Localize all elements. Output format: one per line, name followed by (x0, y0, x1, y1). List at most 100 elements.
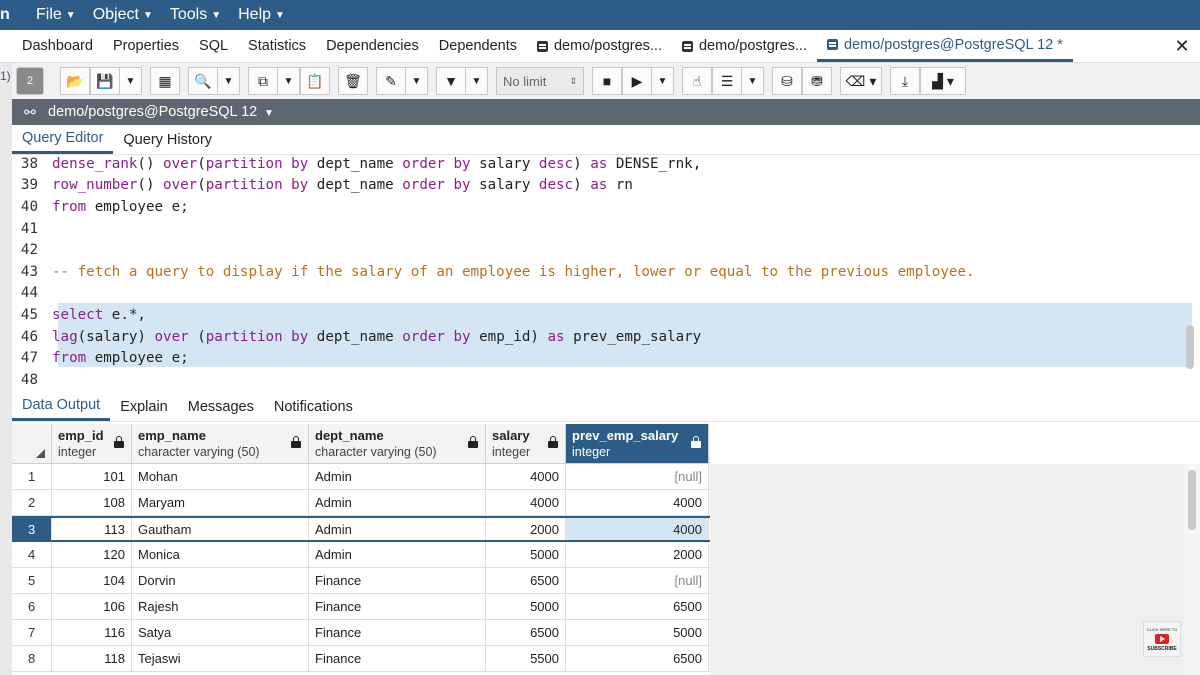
code-line[interactable]: 47 from employee e; (12, 347, 1182, 369)
code-line[interactable]: 44 (12, 283, 1182, 305)
tab-explain[interactable]: Explain (110, 392, 178, 421)
table-cell-dept-name[interactable]: Admin (309, 518, 486, 540)
table-cell-dept-name[interactable]: Finance (309, 594, 486, 619)
tab-statistics[interactable]: Statistics (238, 30, 316, 62)
table-cell-emp-name[interactable]: Maryam (132, 490, 309, 515)
row-number[interactable]: 1 (12, 464, 52, 489)
column-header-emp-id[interactable]: emp_id integer (52, 424, 132, 463)
menu-file[interactable]: File ▼ (36, 6, 85, 24)
close-tab-button[interactable]: ✕ (1164, 30, 1200, 62)
macros-button[interactable]: ▟ ▾ (920, 67, 966, 95)
table-cell-prev[interactable]: [null] (566, 464, 709, 489)
table-cell-salary[interactable]: 4000 (486, 464, 566, 489)
tab-query-editor[interactable]: Query Editor (12, 125, 114, 154)
code-line[interactable]: 40 from employee e; (12, 196, 1182, 218)
rollback-button[interactable]: ⛃ (802, 67, 832, 95)
code-line[interactable]: 41 (12, 218, 1182, 240)
code-line[interactable]: 38 dense_rank() over(partition by dept_na… (12, 155, 1182, 175)
table-cell-dept-name[interactable]: Admin (309, 464, 486, 489)
table-cell-emp-id[interactable]: 116 (52, 620, 132, 645)
table-cell-emp-id[interactable]: 106 (52, 594, 132, 619)
connection-select[interactable]: demo/postgres@PostgreSQL 12 ▼ (48, 104, 274, 120)
tab-dependencies[interactable]: Dependencies (316, 30, 429, 62)
row-number[interactable]: 7 (12, 620, 52, 645)
tab-sql[interactable]: SQL (189, 30, 238, 62)
table-cell-emp-id[interactable]: 108 (52, 490, 132, 515)
panel-badge-button[interactable]: 2 (16, 67, 44, 95)
tab-properties[interactable]: Properties (103, 30, 189, 62)
commit-button[interactable]: ⛁ (772, 67, 802, 95)
table-row[interactable]: 7 116 Satya Finance 6500 5000 (12, 620, 710, 646)
table-cell-emp-name[interactable]: Satya (132, 620, 309, 645)
table-cell-salary[interactable]: 5000 (486, 594, 566, 619)
table-cell-emp-name[interactable]: Tejaswi (132, 646, 309, 671)
row-number[interactable]: 4 (12, 542, 52, 567)
table-cell-dept-name[interactable]: Finance (309, 568, 486, 593)
find-button[interactable]: 🔍 (188, 67, 218, 95)
tab-dashboard[interactable]: Dashboard (0, 30, 103, 62)
table-cell-emp-name[interactable]: Rajesh (132, 594, 309, 619)
sql-editor[interactable]: 38 dense_rank() over(partition by dept_na… (12, 155, 1200, 388)
table-cell-salary[interactable]: 2000 (486, 518, 566, 540)
table-cell-prev[interactable]: 5000 (566, 620, 709, 645)
tab-query-history[interactable]: Query History (113, 125, 222, 154)
table-cell-emp-id[interactable]: 101 (52, 464, 132, 489)
edit-options-dropdown[interactable]: ▼ (406, 67, 428, 95)
table-cell-dept-name[interactable]: Admin (309, 490, 486, 515)
tab-query-tool-1[interactable]: demo/postgres... (527, 30, 672, 62)
execute-button[interactable]: ▶ (622, 67, 652, 95)
code-line[interactable]: 45 select e.*, (12, 304, 1182, 326)
table-cell-salary[interactable]: 6500 (486, 568, 566, 593)
table-cell-dept-name[interactable]: Finance (309, 620, 486, 645)
copy-button[interactable]: ⧉ (248, 67, 278, 95)
code-line[interactable]: 43 -- fetch a query to display if the sal… (12, 261, 1182, 283)
grid-scrollbar[interactable] (1184, 464, 1200, 675)
table-cell-emp-id[interactable]: 104 (52, 568, 132, 593)
explain-analyze-button[interactable]: ☰ (712, 67, 742, 95)
save-file-button[interactable]: 💾 (90, 67, 120, 95)
table-cell-prev[interactable]: 4000 (566, 490, 709, 515)
delete-button[interactable]: 🗑 (338, 67, 368, 95)
editor-scrollbar[interactable] (1186, 325, 1194, 369)
menu-tools[interactable]: Tools ▼ (170, 6, 230, 24)
code-line[interactable]: 42 (12, 239, 1182, 261)
table-cell-salary[interactable]: 5500 (486, 646, 566, 671)
tab-notifications[interactable]: Notifications (264, 392, 363, 421)
table-cell-salary[interactable]: 4000 (486, 490, 566, 515)
tab-dependents[interactable]: Dependents (429, 30, 527, 62)
table-row[interactable]: 4 120 Monica Admin 5000 2000 (12, 542, 710, 568)
table-row[interactable]: 5 104 Dorvin Finance 6500 [null] (12, 568, 710, 594)
execute-options-dropdown[interactable]: ▼ (652, 67, 674, 95)
table-row[interactable]: 8 118 Tejaswi Finance 5500 6500 (12, 646, 710, 672)
filter-button[interactable]: ▼ (436, 67, 466, 95)
column-header-prev-emp-salary[interactable]: prev_emp_salary integer (566, 424, 709, 463)
subscribe-badge[interactable]: CLICK HERE TO SUBSCRIBE (1143, 621, 1181, 657)
explain-button[interactable]: ☝ (682, 67, 712, 95)
save-options-dropdown[interactable]: ▼ (120, 67, 142, 95)
table-cell-emp-id[interactable]: 120 (52, 542, 132, 567)
open-file-button[interactable]: 📂 (60, 67, 90, 95)
code-line[interactable]: 48 (12, 369, 1182, 388)
table-cell-emp-id[interactable]: 113 (52, 518, 132, 540)
column-header-salary[interactable]: salary integer (486, 424, 566, 463)
row-number[interactable]: 5 (12, 568, 52, 593)
table-cell-emp-name[interactable]: Dorvin (132, 568, 309, 593)
code-line[interactable]: 39 row_number() over(partition by dept_na… (12, 175, 1182, 197)
table-cell-prev[interactable]: 6500 (566, 646, 709, 671)
column-header-dept-name[interactable]: dept_name character varying (50) (309, 424, 486, 463)
edit-button[interactable]: ✎ (376, 67, 406, 95)
row-limit-select[interactable]: No limit ⇕ (496, 67, 584, 95)
edit-grid-button[interactable]: ▦ (150, 67, 180, 95)
column-header-emp-name[interactable]: emp_name character varying (50) (132, 424, 309, 463)
table-row[interactable]: 1 101 Mohan Admin 4000 [null] (12, 464, 710, 490)
clear-button[interactable]: ⌫ ▾ (840, 67, 882, 95)
explain-options-dropdown[interactable]: ▼ (742, 67, 764, 95)
paste-button[interactable]: 📋 (300, 67, 330, 95)
tab-query-tool-2[interactable]: demo/postgres... (672, 30, 817, 62)
table-cell-prev[interactable]: [null] (566, 568, 709, 593)
stop-button[interactable]: ■ (592, 67, 622, 95)
table-row[interactable]: 2 108 Maryam Admin 4000 4000 (12, 490, 710, 516)
select-all-corner[interactable] (12, 424, 52, 463)
table-cell-emp-name[interactable]: Gautham (132, 518, 309, 540)
table-cell-dept-name[interactable]: Admin (309, 542, 486, 567)
